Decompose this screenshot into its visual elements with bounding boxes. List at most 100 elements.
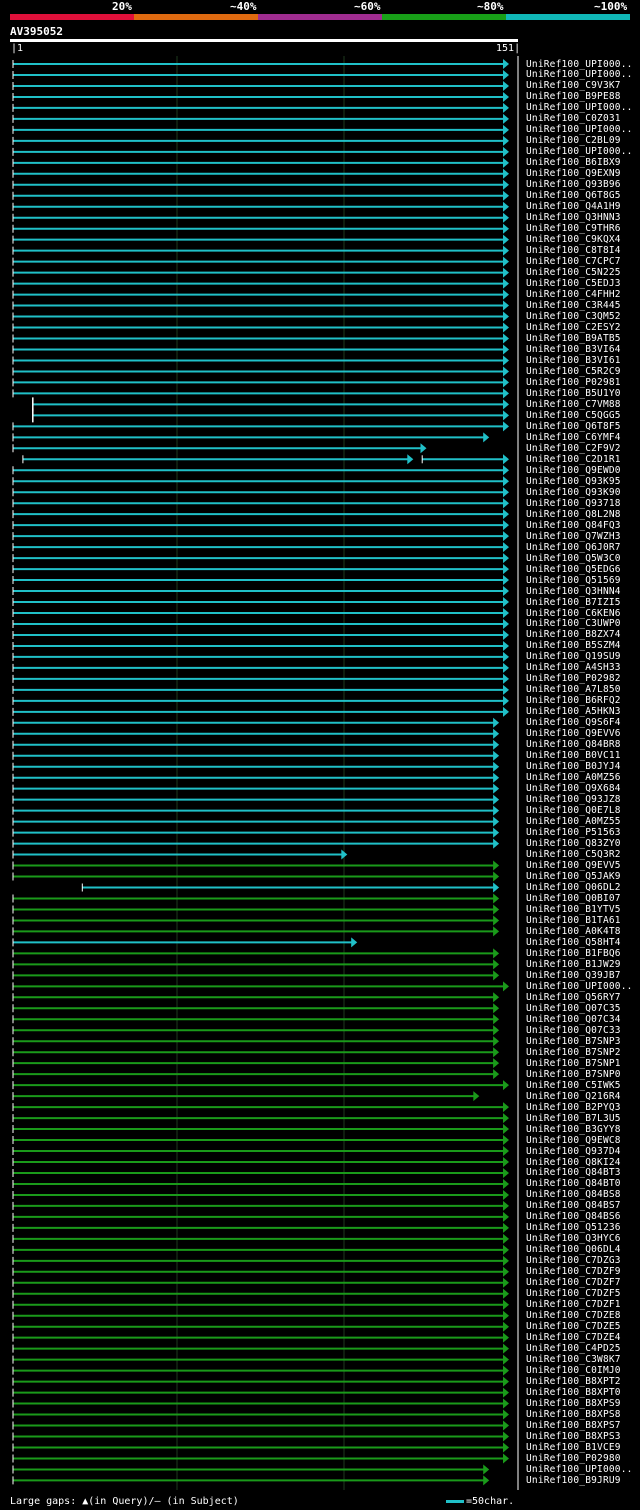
hit-name[interactable]: UniRef100_Q84BR8 [526,739,621,750]
hit-name[interactable]: UniRef100_Q07C34 [526,1014,621,1025]
hit-name[interactable]: UniRef100_Q6T8F5 [526,421,621,432]
hit-name[interactable]: UniRef100_Q84BS6 [526,1211,621,1222]
hit-name[interactable]: UniRef100_C7VM88 [526,399,621,410]
hit-name[interactable]: UniRef100_C2BL09 [526,135,621,146]
hit-name[interactable]: UniRef100_B9JRU9 [526,1475,621,1486]
hit-name[interactable]: UniRef100_C9THR6 [526,223,621,234]
hit-name[interactable]: UniRef100_B7SNP3 [526,1036,621,1047]
hit-name[interactable]: UniRef100_Q6T8G5 [526,190,621,201]
hit-name[interactable]: UniRef100_C3W8K7 [526,1354,621,1365]
hit-name[interactable]: UniRef100_B5SZM4 [526,640,621,651]
hit-name[interactable]: UniRef100_B7SNP2 [526,1047,621,1058]
hit-name[interactable]: UniRef100_C9KQX4 [526,234,621,245]
hit-name[interactable]: UniRef100_C0IMJ0 [526,1365,621,1376]
hit-name[interactable]: UniRef100_C0Z031 [526,113,621,124]
hit-name[interactable]: UniRef100_C5N225 [526,267,621,278]
hit-name[interactable]: UniRef100_A0MZ55 [526,816,621,827]
hit-name[interactable]: UniRef100_Q58HT4 [526,937,621,948]
hit-name[interactable]: UniRef100_C5R2C9 [526,366,621,377]
hit-name[interactable]: UniRef100_C5EDJ3 [526,278,621,289]
hit-name[interactable]: UniRef100_Q19SU9 [526,651,621,662]
hit-name[interactable]: UniRef100_C4FHH2 [526,289,621,300]
hit-name[interactable]: UniRef100_Q83ZY0 [526,838,621,849]
hit-name[interactable]: UniRef100_A0MZ56 [526,772,621,783]
hit-name[interactable]: UniRef100_Q5EDG6 [526,564,621,575]
hit-name[interactable]: UniRef100_Q3HNN4 [526,586,621,597]
hit-name[interactable]: UniRef100_B1YTV5 [526,904,621,915]
hit-name[interactable]: UniRef100_B7SNP0 [526,1069,621,1080]
hit-name[interactable]: UniRef100_Q07C33 [526,1025,621,1036]
hit-name[interactable]: UniRef100_C3QM52 [526,311,621,322]
hit-name[interactable]: UniRef100_B2PYQ3 [526,1102,621,1113]
hit-name[interactable]: UniRef100_C7DZE5 [526,1321,621,1332]
hit-name[interactable]: UniRef100_Q56RY7 [526,992,621,1003]
hit-name[interactable]: UniRef100_Q93JZ8 [526,794,621,805]
hit-name[interactable]: UniRef100_Q9EVV5 [526,860,621,871]
hit-name[interactable]: UniRef100_Q06DL2 [526,882,621,893]
hit-name[interactable]: UniRef100_Q937D4 [526,1146,621,1157]
hit-name[interactable]: UniRef100_C3R445 [526,300,621,311]
hit-name[interactable]: UniRef100_C2ESY2 [526,322,621,333]
hit-name[interactable]: UniRef100_B6IBX9 [526,157,621,168]
hit-name[interactable]: UniRef100_Q84BT0 [526,1178,621,1189]
hit-name[interactable]: UniRef100_Q9EWC8 [526,1135,621,1146]
hit-name[interactable]: UniRef100_Q51236 [526,1222,621,1233]
hit-name[interactable]: UniRef100_Q7WZH3 [526,531,621,542]
hit-name[interactable]: UniRef100_B1FBQ6 [526,948,621,959]
hit-name[interactable]: UniRef100_B8XPS3 [526,1431,621,1442]
hit-name[interactable]: UniRef100_B8XPS9 [526,1398,621,1409]
hit-name[interactable]: UniRef100_C7DZF9 [526,1266,621,1277]
hit-name[interactable]: UniRef100_Q84BS7 [526,1200,621,1211]
hit-name[interactable]: UniRef100_B3GYY8 [526,1124,621,1135]
hit-name[interactable]: UniRef100_Q84BT3 [526,1167,621,1178]
hit-name[interactable]: UniRef100_C7DZF7 [526,1277,621,1288]
hit-name[interactable]: UniRef100_Q3HYC6 [526,1233,621,1244]
hit-name[interactable]: UniRef100_B3VI64 [526,344,621,355]
hit-name[interactable]: UniRef100_Q93B96 [526,179,621,190]
hit-name[interactable]: UniRef100_C4PD25 [526,1343,621,1354]
hit-name[interactable]: UniRef100_Q9EVV6 [526,728,621,739]
hit-name[interactable]: UniRef100_C6YMF4 [526,432,621,443]
hit-name[interactable]: UniRef100_P02982 [526,673,621,684]
hit-name[interactable]: UniRef100_B6RFQ2 [526,695,621,706]
hit-name[interactable]: UniRef100_C8T8I4 [526,245,621,256]
hit-name[interactable]: UniRef100_Q39JB7 [526,970,621,981]
hit-name[interactable]: UniRef100_Q0BI07 [526,893,621,904]
hit-name[interactable]: UniRef100_B8XPT2 [526,1376,621,1387]
hit-name[interactable]: UniRef100_C3UWP0 [526,618,621,629]
hit-name[interactable]: UniRef100_Q9S6F4 [526,717,621,728]
hit-name[interactable]: UniRef100_B9PE88 [526,91,621,102]
hit-name[interactable]: UniRef100_C7DZE8 [526,1310,621,1321]
hit-name[interactable]: UniRef100_Q9EWD0 [526,465,621,476]
hit-name[interactable]: UniRef100_C2D1R1 [526,454,621,465]
hit-name[interactable]: UniRef100_B8XPS8 [526,1409,621,1420]
hit-name[interactable]: UniRef100_Q5JAK9 [526,871,621,882]
hit-name[interactable]: UniRef100_B7SNP1 [526,1058,621,1069]
hit-name[interactable]: UniRef100_C7DZG3 [526,1255,621,1266]
hit-name[interactable]: UniRef100_C5Q3R2 [526,849,621,860]
hit-name[interactable]: UniRef100_B1VCE9 [526,1442,621,1453]
hit-name[interactable]: UniRef100_UPI000.. [526,59,633,70]
hit-name[interactable]: UniRef100_P02980 [526,1453,621,1464]
hit-name[interactable]: UniRef100_C9V3K7 [526,80,621,91]
hit-name[interactable]: UniRef100_B5U1Y0 [526,388,621,399]
hit-name[interactable]: UniRef100_UPI000.. [526,124,633,135]
hit-name[interactable]: UniRef100_UPI000.. [526,981,633,992]
hit-name[interactable]: UniRef100_UPI000.. [526,146,633,157]
hit-name[interactable]: UniRef100_C6KEN6 [526,608,621,619]
hit-name[interactable]: UniRef100_B7L3U5 [526,1113,621,1124]
hit-name[interactable]: UniRef100_B9ATB5 [526,333,621,344]
hit-name[interactable]: UniRef100_Q9EXN9 [526,168,621,179]
hit-name[interactable]: UniRef100_A7L850 [526,684,621,695]
hit-name[interactable]: UniRef100_B8ZX74 [526,629,621,640]
hit-name[interactable]: UniRef100_Q216R4 [526,1091,621,1102]
hit-name[interactable]: UniRef100_Q6J0R7 [526,542,621,553]
hit-name[interactable]: UniRef100_Q06DL4 [526,1244,621,1255]
hit-name[interactable]: UniRef100_UPI000.. [526,1464,633,1475]
hit-name[interactable]: UniRef100_Q8KI24 [526,1157,621,1168]
hit-name[interactable]: UniRef100_C5QGG5 [526,410,621,421]
hit-name[interactable]: UniRef100_B1TA61 [526,915,621,926]
hit-name[interactable]: UniRef100_Q4A1H9 [526,201,621,212]
hit-name[interactable]: UniRef100_B0JYJ4 [526,761,621,772]
hit-name[interactable]: UniRef100_C7DZF1 [526,1299,621,1310]
